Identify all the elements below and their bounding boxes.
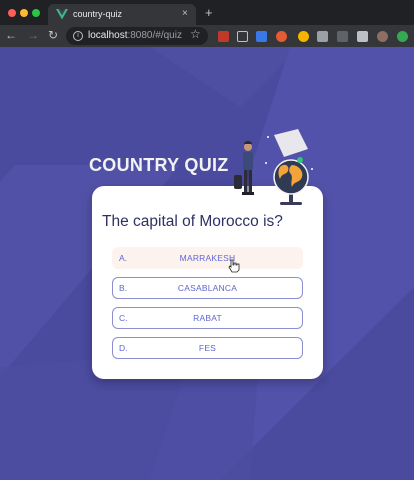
- browser-toolbar: ← → ↻ i localhost:8080/#/quiz: [0, 25, 414, 47]
- url-text: localhost:8080/#/quiz: [88, 30, 182, 41]
- extension-icon[interactable]: [397, 31, 408, 42]
- forward-button[interactable]: →: [26, 28, 40, 42]
- extension-icon[interactable]: [337, 31, 348, 42]
- answer-option-c[interactable]: C. RABAT: [112, 307, 303, 329]
- url-path: :8080/#/quiz: [127, 30, 182, 41]
- quiz-card: The capital of Morocco is? A. MARRAKESH …: [92, 186, 323, 379]
- extension-icon[interactable]: [256, 31, 267, 42]
- vue-logo-icon: [56, 9, 68, 20]
- question-text: The capital of Morocco is?: [102, 213, 283, 230]
- extension-icon[interactable]: [298, 31, 309, 42]
- minimize-window-button[interactable]: [20, 9, 28, 17]
- extension-icon[interactable]: [276, 31, 287, 42]
- quiz-title: COUNTRY QUIZ: [89, 155, 229, 175]
- maximize-window-button[interactable]: [32, 9, 40, 17]
- traveler-globe-illustration: [234, 129, 313, 205]
- option-text: RABAT: [193, 313, 222, 323]
- profile-avatar[interactable]: [377, 31, 388, 42]
- hand-cursor-icon: [228, 259, 240, 273]
- url-host: localhost: [88, 30, 128, 41]
- extension-icon[interactable]: [237, 31, 248, 42]
- back-button[interactable]: ←: [4, 28, 18, 42]
- browser-chrome: country-quiz × + ← → ↻ i localhost:8080/…: [0, 0, 414, 47]
- tab-country-quiz[interactable]: country-quiz ×: [48, 4, 196, 25]
- extension-icon[interactable]: [218, 31, 229, 42]
- quiz-page: COUNTRY QUIZ The capital of Morocco is? …: [0, 47, 414, 480]
- extension-icon[interactable]: [317, 31, 328, 42]
- bookmark-star-icon[interactable]: ☆: [190, 27, 201, 41]
- close-window-button[interactable]: [8, 9, 16, 17]
- tab-strip: country-quiz × +: [0, 0, 414, 25]
- option-text: CASABLANCA: [177, 283, 238, 293]
- reload-button[interactable]: ↻: [46, 28, 60, 42]
- site-info-icon[interactable]: i: [73, 31, 83, 41]
- tab-close-icon[interactable]: ×: [182, 8, 188, 20]
- answer-option-b[interactable]: B. CASABLANCA: [112, 277, 303, 299]
- puzzle-extensions-icon[interactable]: [357, 31, 368, 42]
- address-bar[interactable]: i localhost:8080/#/quiz: [66, 27, 208, 45]
- answer-option-d[interactable]: D. FES: [112, 337, 303, 359]
- option-text: FES: [198, 343, 217, 353]
- option-text: MARRAKESH: [179, 253, 236, 263]
- answer-option-a[interactable]: A. MARRAKESH: [112, 247, 303, 269]
- tab-title: country-quiz: [73, 9, 123, 19]
- new-tab-button[interactable]: +: [205, 6, 213, 19]
